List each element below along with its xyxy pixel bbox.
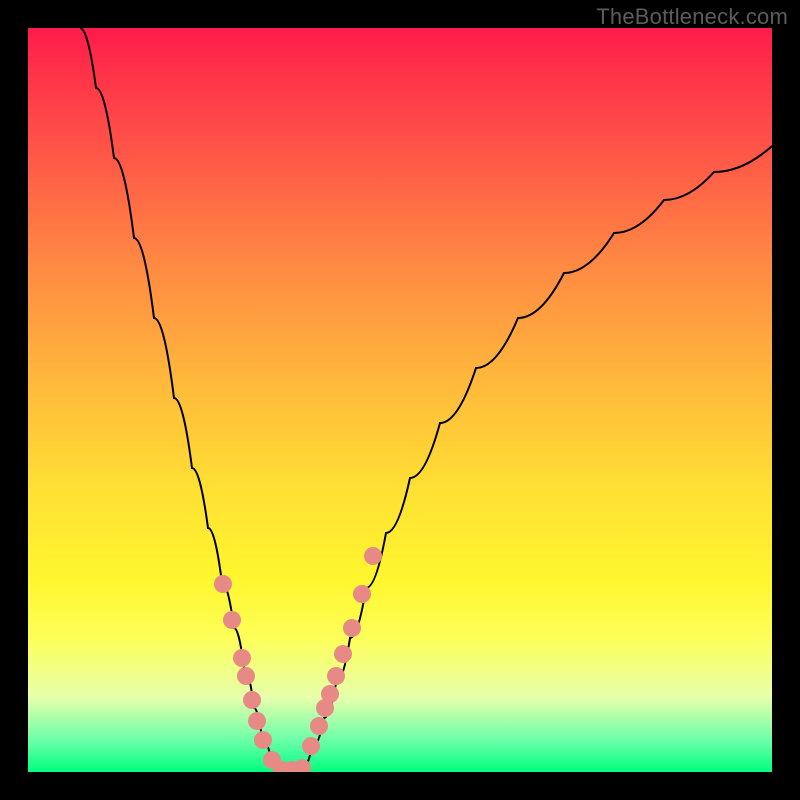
sample-dot (223, 611, 241, 629)
sample-dot (321, 685, 339, 703)
sample-dot (243, 691, 261, 709)
sample-dots-group (214, 547, 382, 772)
sample-dot (233, 649, 251, 667)
sample-dot (214, 575, 232, 593)
sample-dot (343, 619, 361, 637)
sample-dot (302, 737, 320, 755)
sample-dot (254, 731, 272, 749)
watermark-text: TheBottleneck.com (596, 4, 788, 30)
sample-dot (353, 585, 371, 603)
sample-dot (248, 712, 266, 730)
chart-svg (28, 28, 772, 772)
sample-dot (334, 645, 352, 663)
sample-dot (310, 717, 328, 735)
right-curve (300, 146, 772, 772)
sample-dot (237, 667, 255, 685)
left-curve (80, 28, 284, 772)
sample-dot (364, 547, 382, 565)
sample-dot (327, 667, 345, 685)
plot-area (28, 28, 772, 772)
